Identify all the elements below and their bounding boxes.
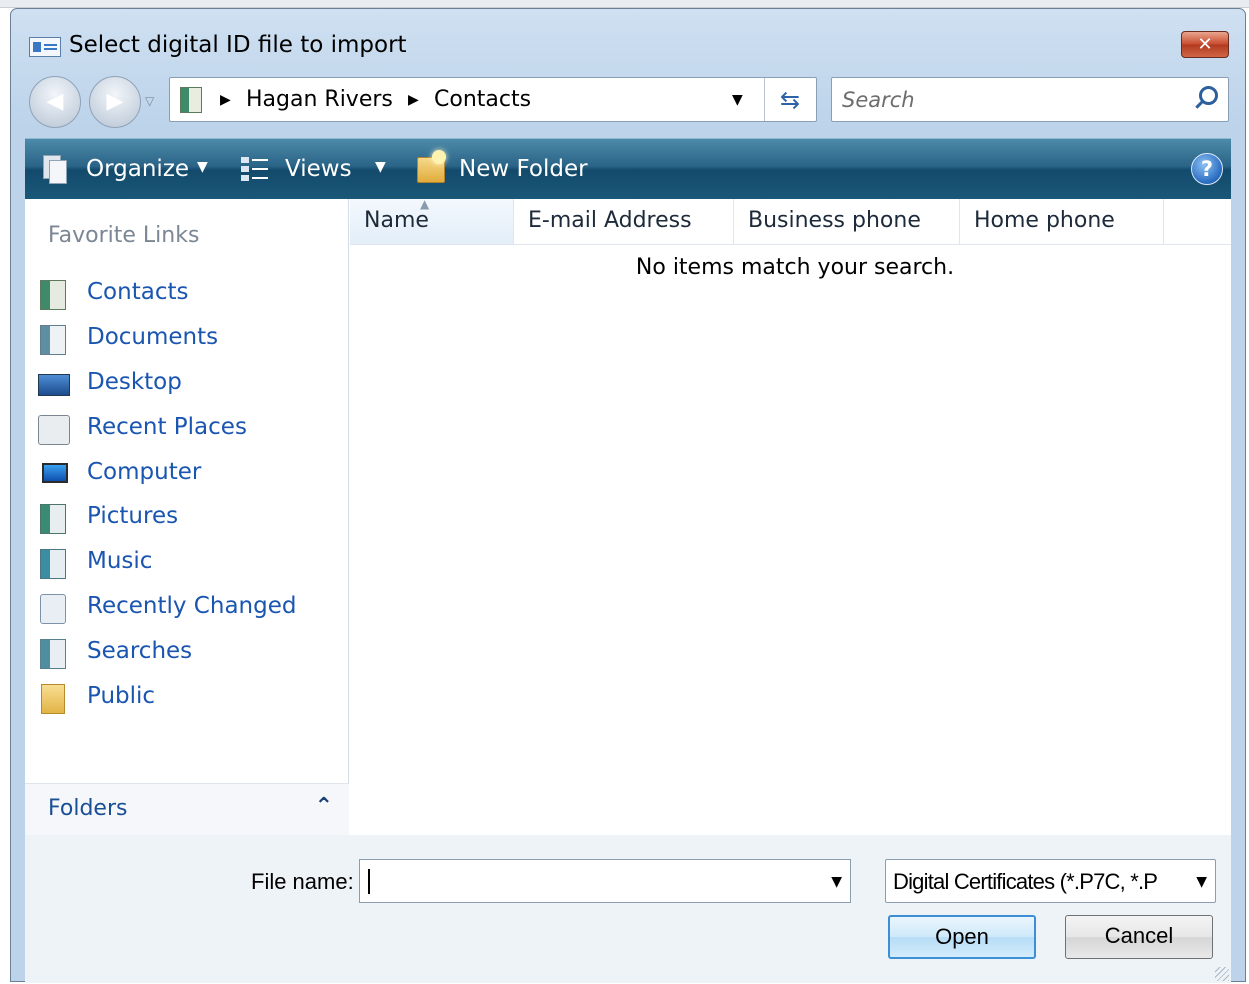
- folders-label: Folders: [48, 796, 128, 821]
- sidebar-item-documents[interactable]: Documents: [38, 322, 338, 358]
- sidebar-item-label: Recently Changed: [87, 593, 297, 619]
- digital-id-card-icon: [29, 37, 61, 57]
- dialog-footer: File name: ▼ Digital Certificates (*.P7C…: [25, 835, 1231, 983]
- empty-list-message: No items match your search.: [635, 255, 955, 280]
- file-type-dropdown-icon[interactable]: ▼: [1196, 874, 1207, 890]
- forward-button[interactable]: ▶: [89, 76, 141, 128]
- sidebar-item-computer[interactable]: Computer: [38, 457, 338, 493]
- sidebar-item-label: Desktop: [87, 369, 182, 395]
- navigation-row: ◀ ▶ ▽ ▶ Hagan Rivers ▶ Contacts ▼ ⇆: [11, 73, 1245, 139]
- organize-button[interactable]: Organize: [86, 152, 189, 186]
- file-list: ▲ Name E-mail Address Business phone Hom…: [350, 197, 1231, 835]
- computer-icon: [42, 463, 68, 483]
- open-button[interactable]: Open: [888, 915, 1036, 959]
- desktop-icon: [38, 374, 70, 396]
- new-folder-button[interactable]: New Folder: [459, 152, 588, 186]
- sidebar-item-recent-places[interactable]: Recent Places: [38, 412, 338, 448]
- column-header-label: E-mail Address: [528, 208, 692, 233]
- contacts-icon: [40, 280, 66, 310]
- searches-icon: [40, 639, 66, 669]
- file-type-select[interactable]: Digital Certificates (*.P7C, *.P ▼: [885, 859, 1216, 903]
- help-icon[interactable]: ?: [1191, 153, 1223, 185]
- breadcrumb-separator-icon[interactable]: ▶: [220, 92, 231, 108]
- breadcrumb-contacts[interactable]: Contacts: [434, 87, 531, 112]
- file-name-input[interactable]: [366, 866, 796, 896]
- sidebar-item-contacts[interactable]: Contacts: [38, 277, 338, 313]
- column-header-home-phone[interactable]: Home phone: [960, 199, 1164, 245]
- resize-grip-icon[interactable]: [1215, 967, 1229, 981]
- pictures-icon: [40, 504, 66, 534]
- address-divider: [764, 78, 765, 121]
- recently-changed-icon: [40, 594, 66, 624]
- address-bar[interactable]: ▶ Hagan Rivers ▶ Contacts ▼ ⇆: [169, 77, 817, 122]
- forward-arrow-icon: ▶: [106, 89, 124, 114]
- music-icon: [40, 549, 66, 579]
- file-type-value: Digital Certificates (*.P7C, *.P: [893, 869, 1158, 894]
- sidebar-item-recently-changed[interactable]: Recently Changed: [38, 591, 338, 627]
- sidebar-item-label: Public: [87, 683, 156, 709]
- sidebar-item-public[interactable]: Public: [38, 681, 338, 717]
- column-header-business-phone[interactable]: Business phone: [734, 199, 960, 245]
- folders-toggle[interactable]: Folders ⌃: [25, 783, 349, 835]
- column-header-label: Home phone: [974, 208, 1115, 233]
- sidebar-item-music[interactable]: Music: [38, 546, 338, 582]
- organize-icon[interactable]: [41, 155, 69, 184]
- back-button[interactable]: ◀: [29, 76, 81, 128]
- column-header-name[interactable]: ▲ Name: [350, 197, 514, 245]
- dialog-title: Select digital ID file to import: [69, 32, 407, 58]
- column-header-label: Name: [364, 208, 429, 233]
- column-header-email[interactable]: E-mail Address: [514, 199, 734, 245]
- search-input[interactable]: [842, 86, 1182, 114]
- sidebar-item-searches[interactable]: Searches: [38, 636, 338, 672]
- chevron-up-icon[interactable]: ⌃: [315, 794, 333, 819]
- views-dropdown-icon[interactable]: ▼: [375, 159, 386, 175]
- new-folder-icon[interactable]: [417, 150, 446, 183]
- address-dropdown-icon[interactable]: ▼: [732, 92, 743, 108]
- sidebar-item-label: Computer: [87, 459, 202, 485]
- organize-dropdown-icon[interactable]: ▼: [197, 159, 208, 175]
- sidebar-item-label: Documents: [87, 324, 219, 350]
- recent-pages-dropdown-icon[interactable]: ▽: [145, 94, 154, 108]
- recent-places-icon: [38, 415, 70, 445]
- file-name-combobox[interactable]: ▼: [359, 859, 851, 903]
- file-name-dropdown-icon[interactable]: ▼: [831, 874, 842, 890]
- documents-icon: [40, 325, 66, 355]
- sidebar-item-pictures[interactable]: Pictures: [38, 501, 338, 537]
- search-box[interactable]: [831, 77, 1229, 122]
- import-dialog: Select digital ID file to import ✕ ◀ ▶ ▽…: [10, 8, 1246, 983]
- sidebar-item-label: Pictures: [87, 503, 179, 529]
- file-name-label: File name:: [251, 869, 354, 894]
- back-arrow-icon: ◀: [46, 89, 64, 114]
- close-button[interactable]: ✕: [1181, 31, 1229, 58]
- cancel-button[interactable]: Cancel: [1065, 915, 1213, 959]
- sidebar-item-label: Searches: [87, 638, 193, 664]
- views-button[interactable]: Views: [285, 152, 352, 186]
- title-bar[interactable]: Select digital ID file to import ✕: [11, 9, 1245, 73]
- text-cursor: [368, 869, 370, 894]
- breadcrumb-hagan-rivers[interactable]: Hagan Rivers: [246, 87, 393, 112]
- command-toolbar: Organize ▼ Views ▼ New Folder ?: [25, 138, 1231, 199]
- search-icon[interactable]: [1190, 85, 1218, 115]
- navigation-pane: Favorite Links Contacts Documents Deskto…: [25, 199, 349, 835]
- column-header-filler: [1164, 199, 1231, 245]
- background-window-strip: [0, 0, 1249, 8]
- views-icon[interactable]: [241, 155, 269, 183]
- sidebar-item-label: Recent Places: [87, 414, 247, 440]
- sidebar-item-label: Music: [87, 548, 153, 574]
- favorite-links-heading: Favorite Links: [48, 223, 200, 248]
- column-header-label: Business phone: [748, 208, 921, 233]
- sidebar-item-desktop[interactable]: Desktop: [38, 367, 338, 403]
- sidebar-item-label: Contacts: [87, 279, 189, 305]
- refresh-icon[interactable]: ⇆: [770, 83, 810, 117]
- contacts-folder-icon: [178, 85, 206, 115]
- breadcrumb-separator-icon[interactable]: ▶: [408, 92, 419, 108]
- public-icon: [41, 684, 65, 714]
- content-panes: Favorite Links Contacts Documents Deskto…: [25, 197, 1231, 835]
